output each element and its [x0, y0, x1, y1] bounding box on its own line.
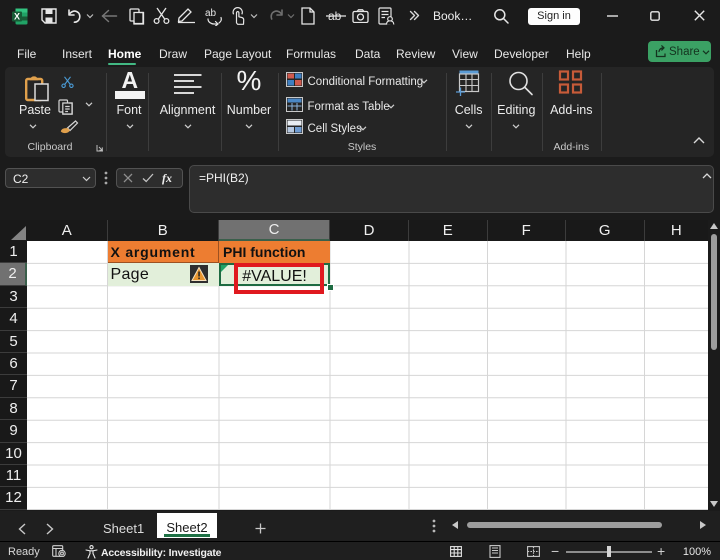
svg-text:ab: ab: [205, 8, 217, 19]
svg-text:X: X: [14, 12, 20, 22]
